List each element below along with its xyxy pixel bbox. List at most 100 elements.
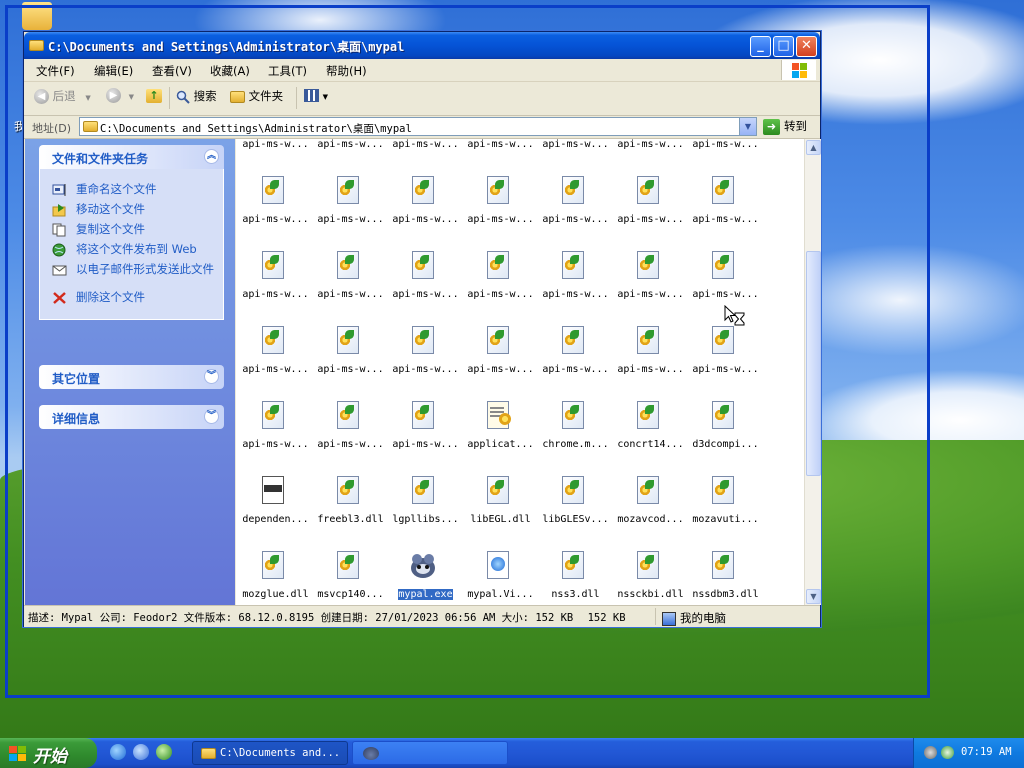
file-item[interactable]: api-ms-w... [613,139,688,176]
file-item[interactable]: api-ms-w... [388,401,463,476]
scroll-down-arrow-icon[interactable]: ▼ [806,589,821,604]
file-item[interactable]: api-ms-w... [463,251,538,326]
back-dropdown-icon[interactable]: ▼ [85,94,90,102]
close-button[interactable]: ✕ [796,36,817,57]
file-item[interactable]: api-ms-w... [313,139,388,176]
internet-explorer-icon[interactable] [110,744,126,760]
file-label: api-ms-w... [692,289,759,300]
file-item[interactable]: api-ms-w... [538,251,613,326]
file-item[interactable]: nssckbi.dll [613,551,688,605]
file-item[interactable]: api-ms-w... [688,176,763,251]
file-tasks-header[interactable]: 文件和文件夹任务 ︽ [39,145,224,169]
file-item[interactable]: api-ms-w... [688,326,763,401]
file-item[interactable]: d3dcompi... [688,401,763,476]
title-bar[interactable]: C:\Documents and Settings\Administrator\… [24,32,820,59]
file-item[interactable]: api-ms-w... [238,251,313,326]
taskbar-explorer-button[interactable]: C:\Documents and... [192,741,348,765]
views-button[interactable]: ▼ [304,88,328,108]
file-item[interactable]: api-ms-w... [538,326,613,401]
file-item[interactable]: api-ms-w... [538,139,613,176]
file-item[interactable]: libGLESv... [538,476,613,551]
file-item[interactable]: lgpllibs... [388,476,463,551]
file-item[interactable]: api-ms-w... [613,251,688,326]
file-item[interactable]: freebl3.dll [313,476,388,551]
menu-help[interactable]: 帮助(H) [326,63,367,79]
maximize-button[interactable]: □ [773,36,794,57]
other-places-header[interactable]: 其它位置 ︾ [39,365,224,389]
menu-view[interactable]: 查看(V) [152,63,192,79]
task-pane: 文件和文件夹任务 ︽ 重命名这个文件 移动这个文件 复制这个文件 将这个文件发布… [25,139,235,605]
file-label: api-ms-w... [467,364,534,375]
file-item[interactable]: concrt14... [613,401,688,476]
scroll-thumb[interactable] [806,251,821,476]
dll-file-icon [410,401,436,433]
file-item[interactable]: api-ms-w... [313,401,388,476]
file-item[interactable]: msvcp140... [313,551,388,605]
forward-button[interactable]: ▶ ▼ [106,88,134,108]
file-item[interactable]: mozglue.dll [238,551,313,605]
file-item[interactable]: mypal.Vi... [463,551,538,605]
file-item[interactable]: api-ms-w... [388,139,463,176]
file-item[interactable]: dependen... [238,476,313,551]
menu-file[interactable]: 文件(F) [36,63,75,79]
dll-file-icon [710,326,736,358]
move-icon [52,203,67,217]
address-dropdown-icon[interactable]: ▼ [739,118,756,135]
file-item[interactable]: api-ms-w... [313,326,388,401]
start-button[interactable]: 开始 [0,738,97,768]
quick-launch-icon[interactable] [133,744,149,760]
file-item[interactable]: chrome.m... [538,401,613,476]
file-label: mozglue.dll [242,589,309,600]
address-input[interactable]: C:\Documents and Settings\Administrator\… [79,117,757,136]
up-folder-button[interactable]: ↑ [146,88,162,108]
folders-button[interactable]: 文件夹 [230,88,283,108]
file-item[interactable]: api-ms-w... [613,176,688,251]
expand-chevron-icon[interactable]: ︾ [204,409,219,424]
file-label: applicat... [467,439,534,450]
file-item[interactable]: api-ms-w... [313,251,388,326]
file-item[interactable]: mypal.exe [388,551,463,605]
details-header[interactable]: 详细信息 ︾ [39,405,224,429]
menu-favorites[interactable]: 收藏(A) [210,63,250,79]
file-item[interactable]: api-ms-w... [463,139,538,176]
tray-volume-icon[interactable] [924,746,937,759]
file-label: api-ms-w... [467,214,534,225]
file-item[interactable]: api-ms-w... [388,251,463,326]
file-item[interactable]: api-ms-w... [463,176,538,251]
back-button[interactable]: ◀ 后退 ▼ [34,88,91,108]
file-item[interactable]: api-ms-w... [463,326,538,401]
menu-tools[interactable]: 工具(T) [268,63,307,79]
file-item[interactable]: api-ms-w... [238,176,313,251]
vertical-scrollbar[interactable]: ▲ ▼ [804,139,821,605]
file-item[interactable]: api-ms-w... [238,401,313,476]
file-list[interactable]: api-ms-w... api-ms-w... api-ms-w... api-ms-… [236,139,804,605]
file-item[interactable]: api-ms-w... [538,176,613,251]
media-player-icon[interactable] [156,744,172,760]
file-item[interactable]: api-ms-w... [388,326,463,401]
file-item[interactable]: nssdbm3.dll [688,551,763,605]
go-button[interactable]: ➜ 转到 [763,118,807,135]
file-label: api-ms-w... [467,289,534,300]
file-item[interactable]: api-ms-w... [238,139,313,176]
file-item[interactable]: api-ms-w... [313,176,388,251]
file-item[interactable]: api-ms-w... [613,326,688,401]
file-item[interactable]: nss3.dll [538,551,613,605]
tray-network-icon[interactable] [941,746,954,759]
file-item[interactable]: api-ms-w... [238,326,313,401]
file-item[interactable]: mozavcod... [613,476,688,551]
forward-dropdown-icon[interactable]: ▼ [129,93,134,101]
file-item[interactable]: libEGL.dll [463,476,538,551]
taskbar-mypal-button[interactable] [352,741,508,765]
expand-chevron-icon[interactable]: ︾ [204,369,219,384]
dll-file-icon [335,176,361,208]
minimize-button[interactable]: _ [750,36,771,57]
search-button[interactable]: 搜索 [176,88,217,108]
menu-edit[interactable]: 编辑(E) [94,63,133,79]
collapse-chevron-icon[interactable]: ︽ [204,149,219,164]
up-folder-icon: ↑ [146,89,162,103]
file-item[interactable]: applicat... [463,401,538,476]
scroll-up-arrow-icon[interactable]: ▲ [806,140,821,155]
file-item[interactable]: mozavuti... [688,476,763,551]
file-item[interactable]: api-ms-w... [688,139,763,176]
file-item[interactable]: api-ms-w... [388,176,463,251]
